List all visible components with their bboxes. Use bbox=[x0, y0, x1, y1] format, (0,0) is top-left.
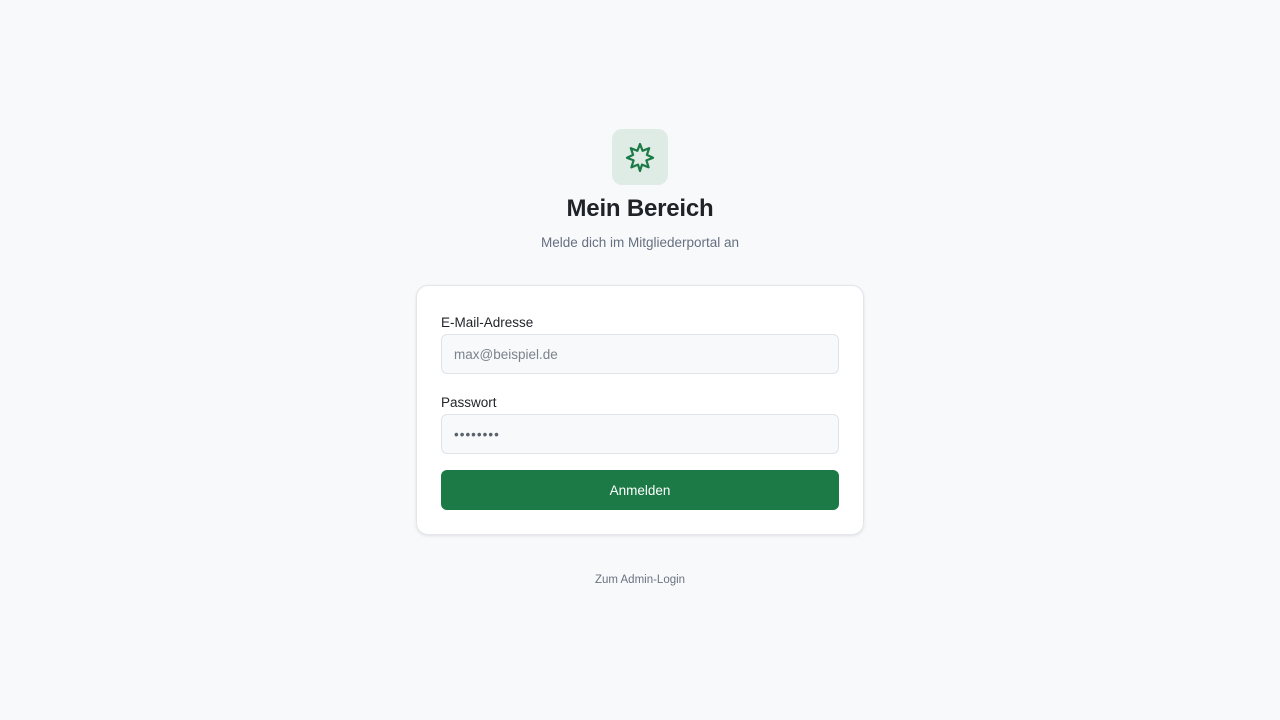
brand-logo bbox=[612, 129, 668, 185]
login-page: Mein Bereich Melde dich im Mitgliederpor… bbox=[0, 0, 1280, 720]
password-label: Passwort bbox=[441, 395, 497, 410]
login-button[interactable]: Anmelden bbox=[441, 470, 839, 510]
page-subtitle: Melde dich im Mitgliederportal an bbox=[540, 235, 740, 250]
admin-login-link[interactable]: Zum Admin-Login bbox=[595, 574, 685, 586]
email-label: E-Mail-Adresse bbox=[441, 315, 534, 330]
password-field[interactable] bbox=[441, 414, 839, 454]
admin-login-link-row: Zum Admin-Login bbox=[0, 572, 1280, 588]
page-title: Mein Bereich bbox=[566, 195, 714, 222]
leaf-icon bbox=[625, 142, 655, 173]
login-card: E-Mail-Adresse Passwort Anmelden bbox=[416, 285, 864, 535]
email-field[interactable] bbox=[441, 334, 839, 374]
